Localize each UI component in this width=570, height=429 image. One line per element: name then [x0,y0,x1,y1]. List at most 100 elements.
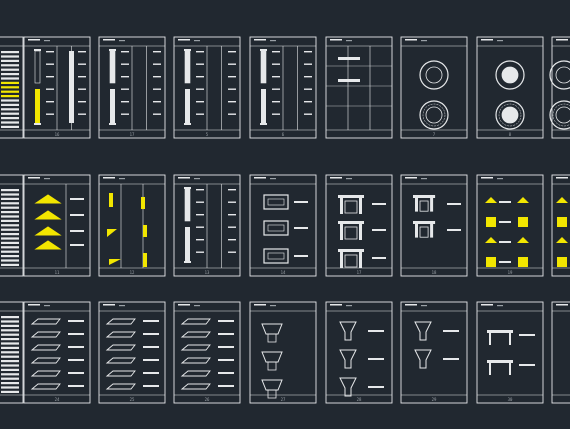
drawing-rect [68,359,84,361]
drawing-rect [415,224,418,238]
drawing-rect [196,51,204,53]
drawing-rect [1,90,19,93]
drawing-rect [1,233,19,236]
drawing-rect [153,113,161,115]
rosette-inner [425,106,443,124]
capital-shape [261,351,283,363]
drawing-rect [70,230,84,232]
drawing-rect [34,50,41,84]
drawing-rect [68,385,84,387]
sheet-1-4[interactable]: 5 [173,36,241,139]
drawing-rect [46,51,54,53]
drawing-rect [218,359,234,361]
drawing-rect [44,178,50,180]
drawing-rect [34,123,41,125]
drawing-rect [254,304,266,306]
drawing-rect [419,226,429,238]
sheet-2-3[interactable]: 12 [98,174,166,277]
drawing-rect [1,382,19,385]
sheet-2-4[interactable]: 13 [173,174,241,277]
drawing-rect [338,195,364,198]
molding-profile [30,318,61,325]
drawing-rect [346,305,352,307]
drawing-rect [109,193,113,207]
drawing-rect [557,257,567,267]
drawing-rect [68,346,84,348]
drawing-rect [270,178,276,180]
drawing-rect [119,178,125,180]
drawing-rect [196,226,204,228]
sheet-1-6[interactable] [325,36,393,139]
drawing-rect [68,372,84,374]
drawing-rect [338,57,360,60]
drawing-rect [1,55,19,58]
drawing-rect [304,51,312,53]
drawing-rect [184,123,191,125]
drawing-rect [196,251,204,253]
sheet-2-5[interactable]: 14 [249,174,317,277]
sheet-1-1[interactable] [0,36,24,139]
drawing-rect [196,214,204,216]
drawing-rect [119,305,125,307]
drawing-rect [304,63,312,65]
drawing-rect [304,76,312,78]
sheet-1-8[interactable]: 8 [476,36,544,139]
sheet-2-8[interactable]: 19 [476,174,544,277]
drawing-rect [1,224,19,227]
drawing-rect [1,333,19,336]
drawing-rect [70,214,84,216]
sheet-1-9[interactable] [549,36,570,139]
drawing-rect [260,50,267,84]
sheet-1-5[interactable]: 6 [249,36,317,139]
molding-profile [30,383,61,390]
sheet-2-1[interactable] [0,174,24,277]
cad-model-space[interactable]: 16 17 5 6 7 8 11 12 13 14 17 18 19 24 25 26 27 28 29 30 [0,0,570,429]
sheet-3-4[interactable]: 26 [173,301,241,404]
drawing-rect [1,355,19,358]
sheet-3-3[interactable]: 25 [98,301,166,404]
sheet-2-2[interactable]: 11 [23,174,91,277]
sheet-caption: 6 [282,132,285,137]
drawing-rect [368,358,384,360]
sheet-3-7[interactable]: 29 [400,301,468,404]
drawing-rect [405,39,417,41]
sheet-1-3[interactable]: 17 [98,36,166,139]
drawing-rect [218,385,234,387]
sheet-3-8[interactable]: 30 [476,301,544,404]
sheet-caption: 5 [206,132,209,137]
drawing-rect [497,40,503,42]
sheet-3-1[interactable] [0,301,24,404]
sheet-3-6[interactable]: 28 [325,301,393,404]
drawing-rect [196,239,204,241]
drawing-rect [98,174,166,277]
corbel-shape [109,259,121,265]
drawing-rect [196,76,204,78]
drawing-rect [69,51,74,123]
sheet-3-2[interactable]: 24 [23,301,91,404]
drawing-rect [1,346,19,349]
drawing-rect [267,389,277,399]
drawing-rect [68,320,84,322]
drawing-rect [325,36,393,139]
drawing-rect [1,206,19,209]
sheet-2-7[interactable]: 18 [400,174,468,277]
drawing-rect [228,214,236,216]
drawing-rect [557,217,567,227]
drawing-rect [1,368,19,371]
sheet-caption: 12 [130,270,135,275]
sheet-3-9[interactable] [551,301,570,404]
molding-profile [30,370,61,377]
drawing-rect [340,224,343,240]
sheet-caption: 8 [509,132,512,137]
sheet-2-9[interactable] [551,174,570,277]
sheet-2-6[interactable]: 17 [325,174,393,277]
drawing-rect [267,224,285,232]
pediment-shape [34,194,62,204]
sheet-1-7[interactable]: 7 [400,36,468,139]
molding-profile [180,370,211,377]
sheet-3-5[interactable]: 27 [249,301,317,404]
drawing-rect [304,101,312,103]
sheet-1-2[interactable]: 16 [23,36,91,139]
sheet-caption: 18 [432,270,437,275]
corbel-shape [107,229,117,237]
